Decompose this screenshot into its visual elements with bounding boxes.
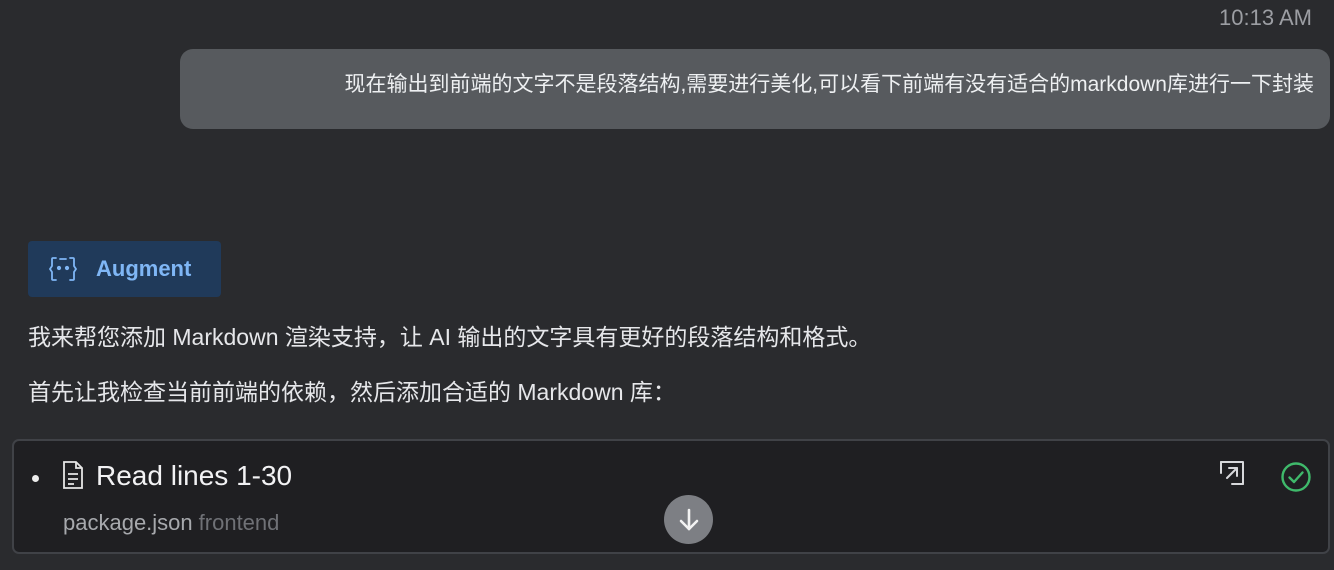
tool-call-folder: frontend bbox=[198, 510, 280, 535]
agent-badge: Augment bbox=[28, 241, 221, 297]
user-message-bubble: 现在输出到前端的文字不是段落结构,需要进行美化,可以看下前端有没有适合的mark… bbox=[180, 49, 1330, 129]
check-circle-icon bbox=[1281, 462, 1311, 492]
scroll-to-bottom-button[interactable] bbox=[664, 495, 713, 544]
tool-call-title[interactable]: Read lines 1-30 bbox=[96, 460, 292, 492]
tool-call-file-name[interactable]: package.json bbox=[63, 510, 193, 535]
timestamp: 10:13 AM bbox=[1219, 5, 1312, 30]
augment-bot-icon bbox=[48, 257, 78, 281]
assistant-message: 首先让我检查当前前端的依赖，然后添加合适的 Markdown 库： bbox=[28, 379, 676, 405]
open-external-icon[interactable] bbox=[1218, 459, 1246, 487]
tool-call-subtitle: package.json frontend bbox=[63, 510, 279, 536]
assistant-message: 我来帮您添加 Markdown 渲染支持，让 AI 输出的文字具有更好的段落结构… bbox=[28, 324, 872, 350]
arrow-down-icon bbox=[679, 508, 698, 530]
agent-name: Augment bbox=[96, 256, 192, 281]
file-icon bbox=[63, 461, 83, 489]
bullet bbox=[32, 475, 39, 482]
